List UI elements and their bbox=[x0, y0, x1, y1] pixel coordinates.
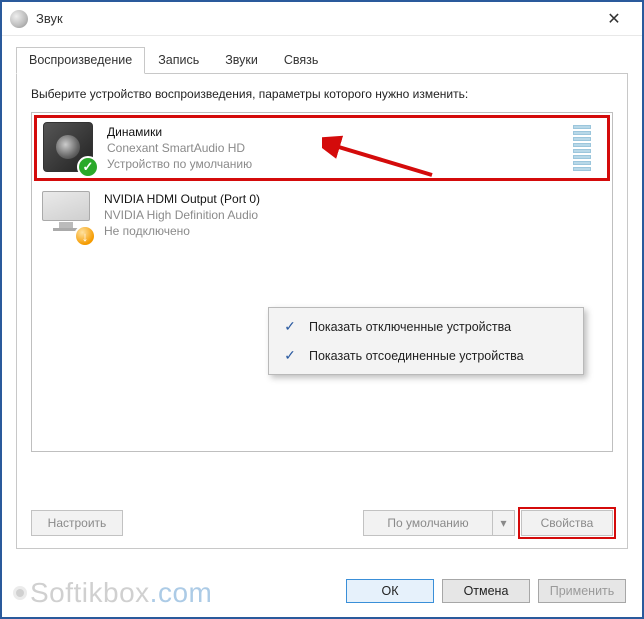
context-menu: ✓ Показать отключенные устройства ✓ Пока… bbox=[268, 307, 584, 375]
apply-button[interactable]: Применить bbox=[538, 579, 626, 603]
button-label: Настроить bbox=[48, 516, 107, 530]
menu-show-disconnected[interactable]: ✓ Показать отсоединенные устройства bbox=[271, 341, 581, 370]
device-row-hdmi[interactable]: ↓ NVIDIA HDMI Output (Port 0) NVIDIA Hig… bbox=[32, 183, 612, 247]
device-icon: ↓ bbox=[40, 189, 92, 241]
cancel-button[interactable]: Отмена bbox=[442, 579, 530, 603]
device-text: NVIDIA HDMI Output (Port 0) NVIDIA High … bbox=[104, 191, 602, 240]
menu-label: Показать отсоединенные устройства bbox=[309, 349, 524, 363]
tab-strip: Воспроизведение Запись Звуки Связь bbox=[2, 36, 642, 73]
titlebar: Звук ✕ bbox=[2, 2, 642, 36]
check-icon: ✓ bbox=[281, 347, 299, 364]
close-button[interactable]: ✕ bbox=[594, 5, 634, 33]
button-label: По умолчанию bbox=[387, 516, 468, 530]
device-name: NVIDIA HDMI Output (Port 0) bbox=[104, 191, 602, 207]
tab-communications[interactable]: Связь bbox=[271, 47, 332, 74]
menu-label: Показать отключенные устройства bbox=[309, 320, 511, 334]
tab-playback[interactable]: Воспроизведение bbox=[16, 47, 145, 74]
device-list[interactable]: ✓ Динамики Conexant SmartAudio HD Устрой… bbox=[31, 112, 613, 452]
level-meter bbox=[573, 125, 593, 171]
ok-button[interactable]: ОК bbox=[346, 579, 434, 603]
chevron-down-icon[interactable]: ▾ bbox=[493, 510, 515, 536]
button-label: Свойства bbox=[541, 516, 594, 530]
unplugged-icon: ↓ bbox=[74, 225, 96, 247]
dialog-button-row: ОК Отмена Применить bbox=[346, 579, 626, 603]
window-title: Звук bbox=[36, 11, 63, 26]
device-text: Динамики Conexant SmartAudio HD Устройст… bbox=[107, 124, 561, 173]
tab-label: Воспроизведение bbox=[29, 53, 132, 67]
menu-show-disabled[interactable]: ✓ Показать отключенные устройства bbox=[271, 312, 581, 341]
device-name: Динамики bbox=[107, 124, 561, 140]
configure-button[interactable]: Настроить bbox=[31, 510, 123, 536]
tab-label: Звуки bbox=[225, 53, 258, 67]
device-driver: NVIDIA High Definition Audio bbox=[104, 207, 602, 223]
button-label: Применить bbox=[550, 584, 615, 598]
device-status: Устройство по умолчанию bbox=[107, 156, 561, 172]
set-default-split-button[interactable]: По умолчанию ▾ bbox=[363, 510, 515, 536]
tab-label: Запись bbox=[158, 53, 199, 67]
playback-panel: Выберите устройство воспроизведения, пар… bbox=[16, 73, 628, 549]
tab-label: Связь bbox=[284, 53, 319, 67]
device-driver: Conexant SmartAudio HD bbox=[107, 140, 561, 156]
check-icon: ✓ bbox=[281, 318, 299, 335]
watermark: Softikbox.com bbox=[16, 577, 212, 609]
device-icon: ✓ bbox=[43, 122, 95, 174]
properties-button[interactable]: Свойства bbox=[521, 510, 613, 536]
set-default-button[interactable]: По умолчанию bbox=[363, 510, 493, 536]
app-icon bbox=[10, 10, 28, 28]
default-check-icon: ✓ bbox=[77, 156, 99, 178]
tab-sounds[interactable]: Звуки bbox=[212, 47, 271, 74]
sound-dialog: Звук ✕ Воспроизведение Запись Звуки Связ… bbox=[0, 0, 644, 619]
close-icon: ✕ bbox=[607, 9, 620, 29]
instruction-text: Выберите устройство воспроизведения, пар… bbox=[31, 86, 613, 102]
button-label: Отмена bbox=[464, 584, 509, 598]
tab-recording[interactable]: Запись bbox=[145, 47, 212, 74]
device-status: Не подключено bbox=[104, 223, 602, 239]
button-label: ОК bbox=[381, 584, 398, 598]
panel-button-row: Настроить По умолчанию ▾ Свойства bbox=[31, 510, 613, 536]
watermark-dot-icon bbox=[16, 589, 24, 597]
device-row-speakers[interactable]: ✓ Динамики Conexant SmartAudio HD Устрой… bbox=[34, 115, 610, 181]
